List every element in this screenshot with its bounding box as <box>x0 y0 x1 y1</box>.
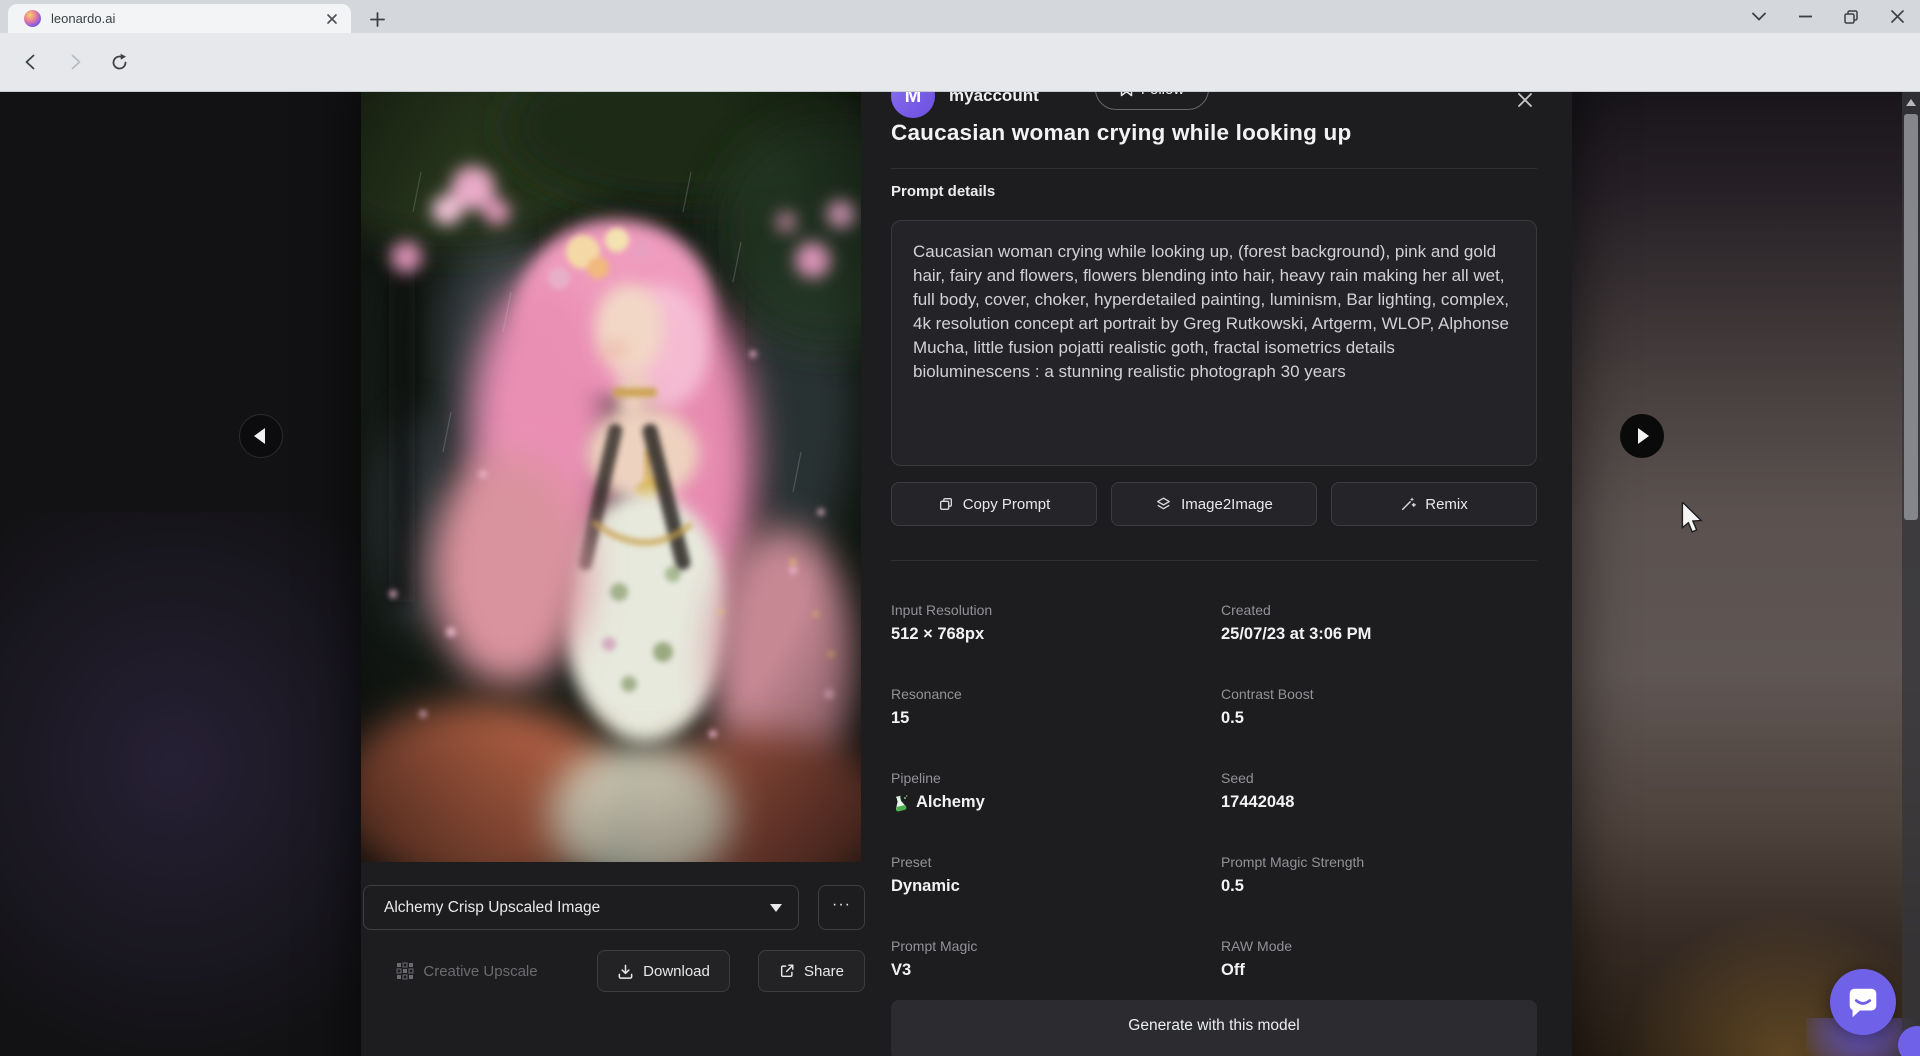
wand-icon <box>1400 496 1416 512</box>
chat-icon <box>1844 983 1882 1021</box>
detail-value: Off <box>1221 961 1541 980</box>
copy-prompt-button[interactable]: Copy Prompt <box>891 482 1097 526</box>
detail-label: RAW Mode <box>1221 938 1541 954</box>
bookmark-star-icon <box>1120 92 1133 97</box>
browser-tab[interactable]: leonardo.ai <box>8 4 351 33</box>
tab-bar: leonardo.ai <box>0 0 1920 33</box>
chevron-down-icon <box>770 904 782 912</box>
copy-prompt-label: Copy Prompt <box>963 496 1051 513</box>
share-button[interactable]: Share <box>758 950 865 992</box>
detail-preset: Preset Dynamic <box>891 854 1211 896</box>
page-title: Caucasian woman crying while looking up <box>891 120 1537 146</box>
detail-label: Prompt Magic Strength <box>1221 854 1541 870</box>
detail-value: Dynamic <box>891 877 1211 896</box>
detail-value: 512 × 768px <box>891 625 1211 644</box>
variant-dropdown[interactable]: Alchemy Crisp Upscaled Image <box>363 885 799 930</box>
next-image-button[interactable] <box>1620 414 1664 458</box>
leonardo-favicon <box>24 10 41 27</box>
tab-title: leonardo.ai <box>51 11 323 26</box>
detail-created: Created 25/07/23 at 3:06 PM <box>1221 602 1541 644</box>
detail-raw-mode: RAW Mode Off <box>1221 938 1541 980</box>
user-avatar[interactable]: M <box>891 92 935 118</box>
flask-icon <box>891 794 909 812</box>
prompt-textbox[interactable]: Caucasian woman crying while looking up,… <box>891 220 1537 466</box>
share-icon <box>779 963 795 979</box>
modal-close-icon[interactable] <box>1511 92 1539 114</box>
detail-input-resolution: Input Resolution 512 × 768px <box>891 602 1211 644</box>
prev-image-button[interactable] <box>239 414 283 458</box>
minimize-button[interactable] <box>1782 0 1828 33</box>
detail-label: Input Resolution <box>891 602 1211 618</box>
more-options-button[interactable]: ··· <box>818 885 865 930</box>
scrollbar-thumb[interactable] <box>1904 114 1918 520</box>
detail-resonance: Resonance 15 <box>891 686 1211 728</box>
detail-value: 0.5 <box>1221 877 1541 896</box>
scrollbar-up-arrow[interactable] <box>1906 99 1916 106</box>
divider <box>891 560 1537 561</box>
tab-search-chevron-icon[interactable] <box>1736 0 1782 33</box>
detail-value: 25/07/23 at 3:06 PM <box>1221 625 1541 644</box>
chevron-right-icon <box>1638 428 1649 444</box>
screen: leonardo.ai <box>0 0 1920 1056</box>
remix-button[interactable]: Remix <box>1331 482 1537 526</box>
prompt-actions: Copy Prompt Image2Image Remix <box>891 482 1537 526</box>
image2image-button[interactable]: Image2Image <box>1111 482 1317 526</box>
content-area: Alchemy Crisp Upscaled Image ··· Creativ… <box>0 92 1920 1056</box>
scrollbar[interactable] <box>1902 92 1920 1056</box>
mouse-cursor <box>1680 502 1704 534</box>
back-button[interactable] <box>14 45 48 79</box>
prompt-text: Caucasian woman crying while looking up,… <box>913 240 1515 384</box>
browser-toolbar <box>0 33 1920 92</box>
detail-value: V3 <box>891 961 1211 980</box>
detail-value: Alchemy <box>916 793 985 812</box>
detail-label: Contrast Boost <box>1221 686 1541 702</box>
detail-value: 17442048 <box>1221 793 1541 812</box>
detail-label: Preset <box>891 854 1211 870</box>
forward-button[interactable] <box>58 45 92 79</box>
restore-button[interactable] <box>1828 0 1874 33</box>
share-label: Share <box>804 963 844 980</box>
chevron-left-icon <box>254 428 265 444</box>
download-button[interactable]: Download <box>597 950 730 992</box>
reload-button[interactable] <box>102 45 136 79</box>
follow-button[interactable]: Follow <box>1095 92 1209 110</box>
generated-image <box>361 92 861 862</box>
image-detail-modal: Alchemy Crisp Upscaled Image ··· Creativ… <box>361 92 1572 1056</box>
layers-icon <box>1155 496 1172 512</box>
detail-pipeline: Pipeline Alchemy <box>891 770 1211 812</box>
prompt-details-heading: Prompt details <box>891 183 995 200</box>
detail-label: Created <box>1221 602 1541 618</box>
detail-label: Prompt Magic <box>891 938 1211 954</box>
chat-launcher[interactable] <box>1830 969 1896 1035</box>
download-label: Download <box>643 963 710 980</box>
detail-value: 15 <box>891 709 1211 728</box>
copy-icon <box>938 496 954 512</box>
detail-label: Resonance <box>891 686 1211 702</box>
new-tab-button[interactable] <box>365 7 389 31</box>
divider <box>891 168 1537 169</box>
creative-upscale-label: Creative Upscale <box>423 963 537 980</box>
detail-label: Seed <box>1221 770 1541 786</box>
variant-label: Alchemy Crisp Upscaled Image <box>384 899 770 917</box>
remix-label: Remix <box>1425 496 1468 513</box>
detail-prompt-magic-strength: Prompt Magic Strength 0.5 <box>1221 854 1541 896</box>
close-window-button[interactable] <box>1874 0 1920 33</box>
detail-prompt-magic: Prompt Magic V3 <box>891 938 1211 980</box>
download-icon <box>617 963 634 980</box>
upscale-grid-icon <box>396 962 414 980</box>
creative-upscale-button[interactable]: Creative Upscale <box>369 950 565 992</box>
detail-contrast-boost: Contrast Boost 0.5 <box>1221 686 1541 728</box>
detail-label: Pipeline <box>891 770 1211 786</box>
detail-seed: Seed 17442048 <box>1221 770 1541 812</box>
generate-button[interactable]: Generate with this model <box>891 1000 1537 1056</box>
detail-value: 0.5 <box>1221 709 1541 728</box>
username[interactable]: myaccount <box>949 92 1039 106</box>
window-controls <box>1736 0 1920 33</box>
follow-label: Follow <box>1141 92 1184 98</box>
image2image-label: Image2Image <box>1181 496 1273 513</box>
tab-close-icon[interactable] <box>323 10 341 28</box>
